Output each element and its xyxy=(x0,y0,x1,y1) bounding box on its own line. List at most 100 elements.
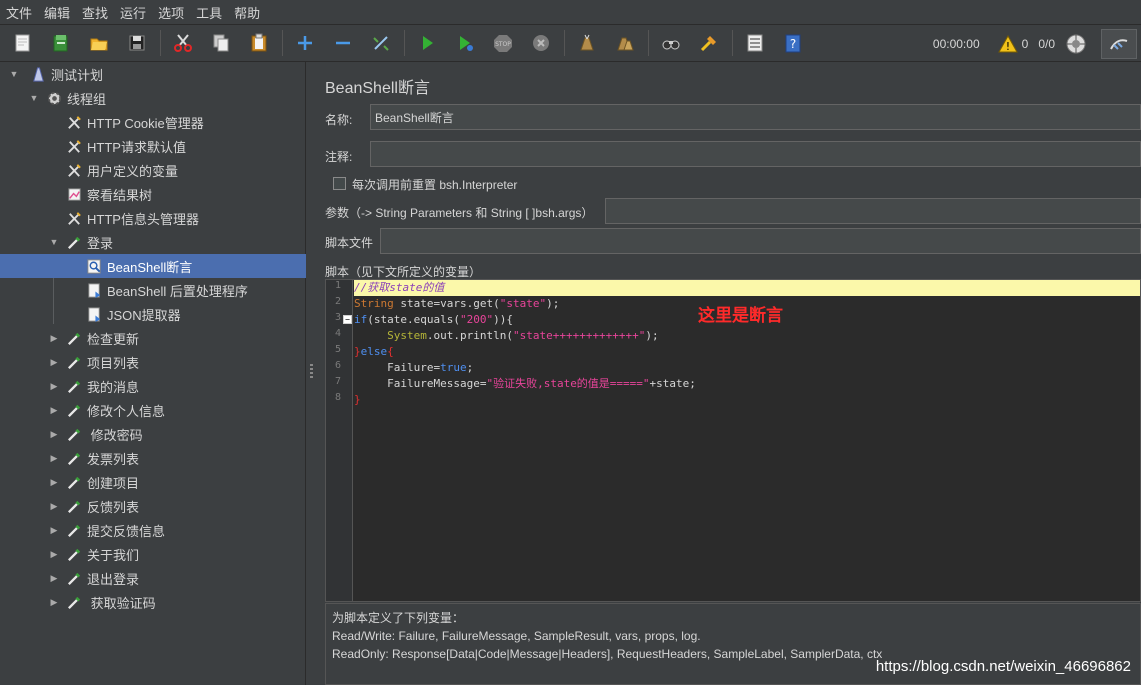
menu-file[interactable]: 文件 xyxy=(6,3,32,22)
collapsed-arrow-icon[interactable]: ▶ xyxy=(48,501,60,512)
sampler-icon xyxy=(64,521,84,539)
toggle-icon xyxy=(373,36,389,51)
config-tool-icon xyxy=(64,113,84,131)
tree-item-thread-group[interactable]: ▼ 线程组 xyxy=(0,86,306,110)
tree-item-cookie-manager[interactable]: HTTP Cookie管理器 xyxy=(0,110,306,134)
copy-button[interactable] xyxy=(206,28,236,58)
collapsed-arrow-icon[interactable]: ▶ xyxy=(48,381,60,392)
search-button[interactable] xyxy=(656,28,686,58)
code-line-3: if(state.equals("200")){ xyxy=(354,313,513,326)
svg-text:STOP: STOP xyxy=(495,41,511,48)
templates-button[interactable] xyxy=(46,28,76,58)
templates-icon xyxy=(53,35,68,52)
cut-button[interactable] xyxy=(168,28,198,58)
menu-search[interactable]: 查找 xyxy=(82,3,108,22)
remote-icon[interactable] xyxy=(1065,33,1087,55)
clear-all-button[interactable] xyxy=(610,28,640,58)
tree-item-get-captcha[interactable]: ▶ 获取验证码 xyxy=(0,590,306,614)
tree-item-results-tree[interactable]: 察看结果树 xyxy=(0,182,306,206)
splitter-grip[interactable] xyxy=(310,364,313,380)
menu-tools[interactable]: 工具 xyxy=(196,3,222,22)
menu-run[interactable]: 运行 xyxy=(120,3,146,22)
tree-item-label: 测试计划 xyxy=(51,67,104,83)
collapsed-arrow-icon[interactable]: ▶ xyxy=(48,573,60,584)
collapsed-arrow-icon[interactable]: ▶ xyxy=(48,597,60,608)
tree-item-edit-profile[interactable]: ▶ 修改个人信息 xyxy=(0,398,306,422)
tree-item-test-plan[interactable]: ▼ 测试计划 xyxy=(0,62,306,86)
toggle-button[interactable] xyxy=(366,28,396,58)
expanded-arrow-icon[interactable]: ▼ xyxy=(8,69,20,79)
collapse-button[interactable] xyxy=(328,28,358,58)
config-tool-icon xyxy=(64,209,84,227)
function-helper-icon xyxy=(747,34,763,52)
script-file-field[interactable] xyxy=(380,228,1141,254)
search-icon xyxy=(662,40,680,50)
tree-item-change-password[interactable]: ▶ 修改密码 xyxy=(0,422,306,446)
collapsed-arrow-icon[interactable]: ▶ xyxy=(48,525,60,536)
name-label: 名称: xyxy=(325,113,353,127)
collapsed-arrow-icon[interactable]: ▶ xyxy=(48,453,60,464)
start-icon xyxy=(423,36,433,50)
reset-search-button[interactable] xyxy=(694,28,724,58)
expanded-arrow-icon[interactable]: ▼ xyxy=(28,93,40,103)
menu-edit[interactable]: 编辑 xyxy=(44,3,70,22)
parameters-label: 参数（-> String Parameters 和 String [ ]bsh.… xyxy=(325,206,594,220)
tree-item-label: 获取验证码 xyxy=(87,595,156,611)
stop-button[interactable]: STOP xyxy=(488,28,518,58)
new-button[interactable] xyxy=(8,28,38,58)
toolbar: STOP ? 00:00:00 ! 0 0/0 xyxy=(0,24,1141,62)
tree-item-header-manager[interactable]: HTTP信息头管理器 xyxy=(0,206,306,230)
start-button[interactable] xyxy=(412,28,442,58)
menu-help[interactable]: 帮助 xyxy=(234,3,260,22)
comment-field[interactable] xyxy=(370,141,1141,167)
script-label: 脚本（见下文所定义的变量） xyxy=(325,265,482,279)
function-helper-button[interactable] xyxy=(740,28,770,58)
tree-item-feedback-list[interactable]: ▶ 反馈列表 xyxy=(0,494,306,518)
parameters-field[interactable] xyxy=(605,198,1141,224)
line-number: 3 xyxy=(334,312,341,323)
tree-item-my-messages[interactable]: ▶ 我的消息 xyxy=(0,374,306,398)
tree-item-project-list[interactable]: ▶ 项目列表 xyxy=(0,350,306,374)
menu-options[interactable]: 选项 xyxy=(158,3,184,22)
help-icon: ? xyxy=(785,34,801,53)
tree-item-invoice-list[interactable]: ▶ 发票列表 xyxy=(0,446,306,470)
collapsed-arrow-icon[interactable]: ▶ xyxy=(48,405,60,416)
tree-item-submit-feedback[interactable]: ▶ 提交反馈信息 xyxy=(0,518,306,542)
help-button[interactable]: ? xyxy=(778,28,808,58)
clear-button[interactable] xyxy=(572,28,602,58)
fold-toggle-icon[interactable]: − xyxy=(343,315,352,324)
code-line-7: FailureMessage="验证失败,state的值是====="+stat… xyxy=(354,377,696,390)
tree-item-http-defaults[interactable]: HTTP请求默认值 xyxy=(0,134,306,158)
sampler-icon xyxy=(64,353,84,371)
tree-item-check-update[interactable]: ▶ 检查更新 xyxy=(0,326,306,350)
tree-item-beanshell-postprocessor[interactable]: BeanShell 后置处理程序 xyxy=(0,278,306,302)
collapsed-arrow-icon[interactable]: ▶ xyxy=(48,333,60,344)
collapsed-arrow-icon[interactable]: ▶ xyxy=(48,549,60,560)
code-line-5: }else{ xyxy=(354,345,394,358)
name-field[interactable]: BeanShell断言 xyxy=(370,104,1141,130)
tree-item-beanshell-assertion[interactable]: BeanShell断言 xyxy=(0,254,306,278)
collapsed-arrow-icon[interactable]: ▶ xyxy=(48,357,60,368)
start-no-pause-button[interactable] xyxy=(450,28,480,58)
open-button[interactable] xyxy=(84,28,114,58)
paste-button[interactable] xyxy=(244,28,274,58)
expand-button[interactable] xyxy=(290,28,320,58)
tree-item-label: HTTP请求默认值 xyxy=(87,139,186,155)
tree-item-login[interactable]: ▼ 登录 xyxy=(0,230,306,254)
tree-item-json-extractor[interactable]: JSON提取器 xyxy=(0,302,306,326)
script-editor[interactable]: 1 2 3 − 4 5 6 7 8 //获取state的值 String sta… xyxy=(325,279,1141,602)
log-button[interactable] xyxy=(1101,29,1137,59)
expanded-arrow-icon[interactable]: ▼ xyxy=(48,237,60,247)
save-button[interactable] xyxy=(122,28,152,58)
warning-icon[interactable]: ! xyxy=(997,34,1018,54)
collapsed-arrow-icon[interactable]: ▶ xyxy=(48,429,60,440)
tree-item-about-us[interactable]: ▶ 关于我们 xyxy=(0,542,306,566)
shutdown-button[interactable] xyxy=(526,28,556,58)
tree-item-logout[interactable]: ▶ 退出登录 xyxy=(0,566,306,590)
line-number: 2 xyxy=(334,296,341,307)
tree-item-user-variables[interactable]: 用户定义的变量 xyxy=(0,158,306,182)
tree-item-create-project[interactable]: ▶ 创建项目 xyxy=(0,470,306,494)
panel-splitter[interactable] xyxy=(306,62,318,685)
collapsed-arrow-icon[interactable]: ▶ xyxy=(48,477,60,488)
reset-interpreter-checkbox[interactable] xyxy=(333,177,346,190)
